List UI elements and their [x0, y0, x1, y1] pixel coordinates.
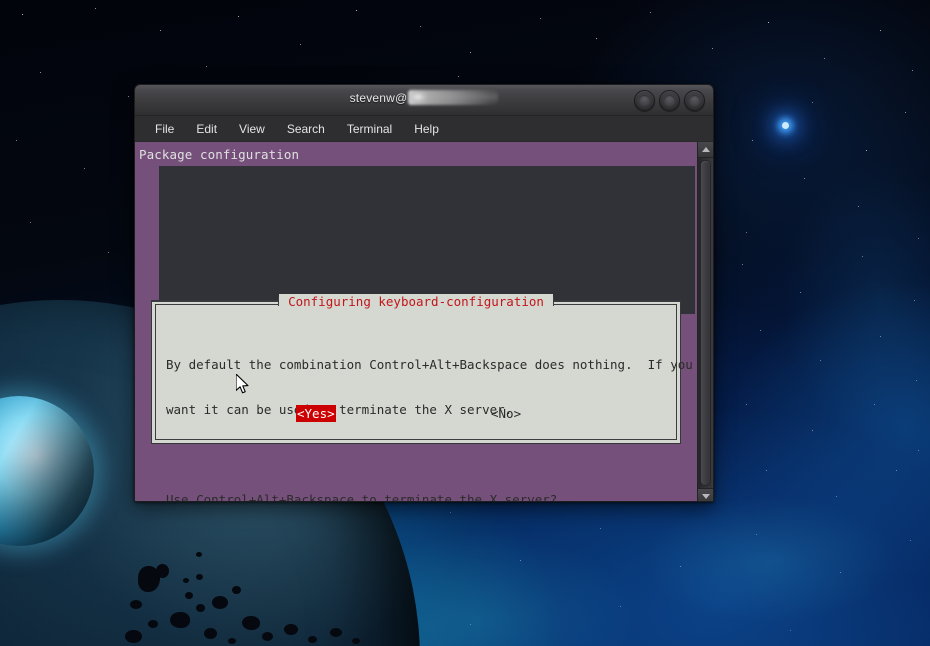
wallpaper-asteroid — [262, 632, 273, 641]
menu-file[interactable]: File — [145, 119, 184, 139]
menu-terminal[interactable]: Terminal — [337, 119, 402, 139]
wallpaper-asteroid — [242, 616, 260, 630]
scrollbar-down-arrow-icon[interactable] — [698, 488, 713, 501]
wallpaper-asteroid — [228, 638, 236, 644]
close-button[interactable] — [684, 90, 705, 111]
dialog-button-row[interactable]: <Yes> <No> — [152, 405, 680, 423]
wallpaper-asteroid — [125, 630, 142, 643]
wallpaper-starfield — [0, 0, 1, 1]
dialog-body-line-1: By default the combination Control+Alt+B… — [166, 357, 693, 372]
wallpaper-asteroid — [352, 638, 360, 644]
menu-edit[interactable]: Edit — [186, 119, 227, 139]
dialog-title-rule-left — [152, 296, 280, 306]
dialog-title-rule-right — [552, 296, 680, 306]
terminal-scrollbar[interactable] — [697, 142, 713, 501]
dialog-yes-button[interactable]: <Yes> — [296, 405, 336, 422]
terminal-body[interactable]: Package configuration Configuring keyboa… — [135, 142, 713, 501]
wallpaper-asteroid — [196, 574, 203, 580]
configuring-keyboard-dialog[interactable]: Configuring keyboard-configuration By de… — [151, 293, 693, 501]
wallpaper-asteroid — [196, 552, 202, 557]
terminal-menubar[interactable]: File Edit View Search Terminal Help — [135, 116, 713, 142]
terminal-window[interactable]: stevenw@ File Edit View Search Terminal … — [134, 84, 714, 502]
wallpaper-bright-star — [782, 122, 789, 129]
dialog-drop-shadow — [159, 166, 695, 314]
menu-view[interactable]: View — [229, 119, 275, 139]
terminal-title-hostname-redacted — [408, 90, 499, 106]
desktop: stevenw@ File Edit View Search Terminal … — [0, 0, 930, 646]
terminal-title-user: stevenw@ — [349, 91, 408, 105]
triangle-down-icon — [701, 494, 710, 499]
wallpaper-asteroid — [183, 578, 189, 583]
wallpaper-asteroid — [196, 604, 205, 612]
menu-help[interactable]: Help — [404, 119, 449, 139]
wallpaper-asteroid — [170, 612, 190, 628]
dialog-body-line-3: Use Control+Alt+Backspace to terminate t… — [166, 492, 558, 502]
wallpaper-asteroid — [330, 628, 342, 637]
scrollbar-up-arrow-icon[interactable] — [698, 142, 713, 158]
maximize-button[interactable] — [659, 90, 680, 111]
dialog-body-spacer — [166, 447, 666, 462]
wallpaper-asteroid — [232, 586, 241, 594]
package-configuration-header: Package configuration — [139, 147, 300, 162]
terminal-titlebar[interactable]: stevenw@ — [135, 85, 713, 116]
wallpaper-asteroid — [148, 620, 158, 628]
wallpaper-asteroid — [185, 592, 193, 599]
wallpaper-asteroid — [204, 628, 217, 639]
terminal-screen[interactable]: Package configuration Configuring keyboa… — [135, 142, 697, 501]
triangle-up-icon — [701, 147, 710, 152]
wallpaper-asteroid — [130, 600, 142, 609]
wallpaper-asteroid — [156, 564, 169, 578]
window-controls[interactable] — [634, 90, 705, 111]
terminal-title: stevenw@ — [135, 90, 713, 106]
wallpaper-asteroid — [284, 624, 298, 635]
menu-search[interactable]: Search — [277, 119, 335, 139]
scrollbar-thumb[interactable] — [700, 160, 711, 486]
wallpaper-asteroid — [308, 636, 317, 643]
wallpaper-asteroid — [212, 596, 228, 609]
minimize-button[interactable] — [634, 90, 655, 111]
dialog-no-button[interactable]: <No> — [490, 405, 522, 422]
